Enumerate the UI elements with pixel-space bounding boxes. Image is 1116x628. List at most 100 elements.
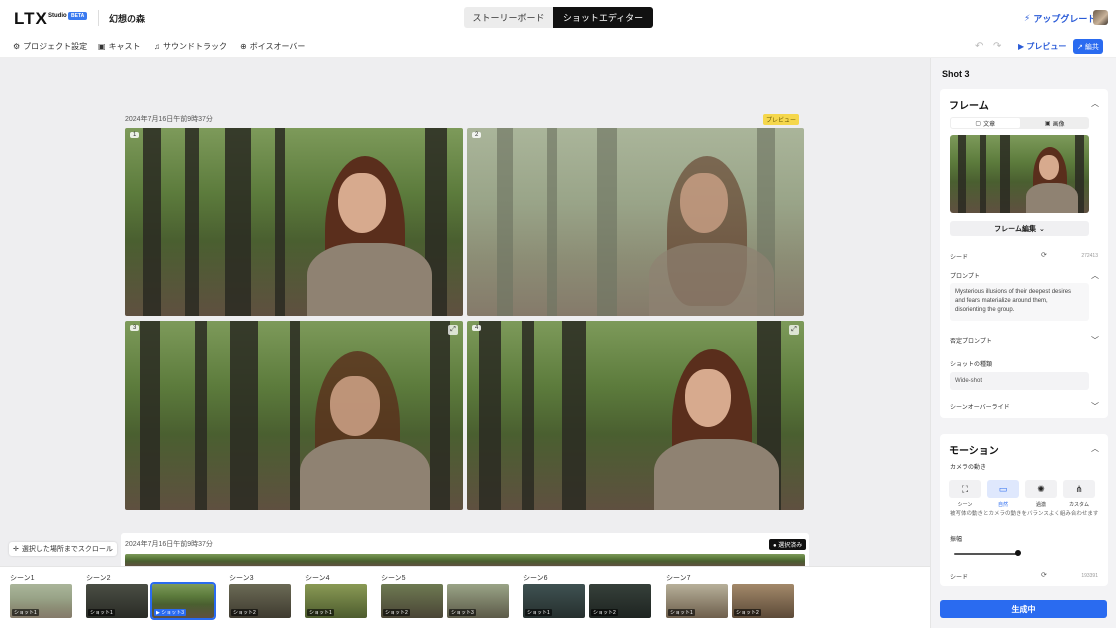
motion-description: 被写体の動きとカメラの動きをバランスよく組み合わせます [950, 511, 1099, 517]
generation-time: 2024年7月16日午前9時37分 [125, 116, 213, 123]
motion-option-label: カスタム [1068, 502, 1089, 508]
image-icon: ▣ [1044, 120, 1051, 127]
chevron-down-icon[interactable]: ﹀ [1091, 401, 1099, 412]
chevron-up-icon[interactable]: ︿ [1091, 270, 1099, 281]
scene-label[interactable]: シーン1 [10, 573, 35, 583]
soundtrack-label: サウンドトラック [163, 42, 227, 51]
voiceover-label: ボイスオーバー [249, 42, 306, 51]
generated-frame[interactable] [125, 554, 805, 566]
amplitude-label: 振幅 [950, 537, 963, 543]
scene-label[interactable]: シーン3 [229, 573, 254, 583]
upgrade-button[interactable]: ⚡ アップグレード [1024, 12, 1096, 25]
chevron-up-icon[interactable]: ︿ [1091, 443, 1099, 454]
shot-thumbnail[interactable]: ショット2 [381, 584, 443, 618]
frame-card: フレーム ︿ ▢ 文章 ▣ 画像 フレーム編集 ⌄ シード ⟳ 272413 プ… [940, 89, 1108, 418]
mic-icon: ⊕ [240, 42, 247, 51]
shot-type-label: ショットの種類 [950, 362, 993, 368]
motion-option-label: 自然 [997, 502, 1008, 508]
motion-option-scene[interactable]: ⛶ シーン [949, 480, 981, 508]
camera-motion-label: カメラの動き [950, 465, 987, 471]
storyboard-tab[interactable]: ストーリーボード [464, 7, 553, 28]
shot-title: Shot 3 [942, 69, 970, 79]
selected-tag: ● 選択済み [769, 539, 807, 550]
soundtrack-button[interactable]: ♫ サウンドトラック [154, 41, 227, 52]
text-mode-tab[interactable]: ▢ 文章 [951, 118, 1020, 128]
shot-thumbnail[interactable]: ショット2 [589, 584, 651, 618]
shot-settings-panel: Shot 3 フレーム ︿ ▢ 文章 ▣ 画像 フレーム編集 ⌄ シード ⟳ 2… [930, 58, 1116, 628]
scene-label[interactable]: シーン6 [523, 573, 548, 583]
seed-label: シード [950, 255, 969, 261]
project-settings-button[interactable]: ⚙ プロジェクト設定 [13, 41, 87, 52]
scene-override-label[interactable]: シーンオーバーライド [950, 402, 1010, 411]
lightning-icon: ⚡ [1024, 13, 1031, 23]
shot-thumbnail[interactable]: ショット3 [447, 584, 509, 618]
shot-thumbnail[interactable]: ショット1 [666, 584, 728, 618]
refresh-icon[interactable]: ⟳ [1041, 251, 1047, 259]
prompt-textarea[interactable]: Mysterious illusions of their deepest de… [950, 283, 1089, 321]
voiceover-button[interactable]: ⊕ ボイスオーバー [240, 41, 305, 52]
share-button[interactable]: ↗ 編共 [1073, 39, 1103, 54]
frame-preview-image[interactable] [950, 135, 1089, 213]
shot-thumbnail[interactable]: ショット2 [732, 584, 794, 618]
toolbar: ⚙ プロジェクト設定 ▣ キャスト ♫ サウンドトラック ⊕ ボイスオーバー ↶… [0, 36, 1116, 58]
image-mode-label: 画像 [1052, 121, 1065, 128]
motion-option-extreme[interactable]: ✺ 過激 [1025, 480, 1057, 508]
shot-thumbnail-selected[interactable]: ▶ ショット3 [150, 582, 216, 620]
scene-label[interactable]: シーン5 [381, 573, 406, 583]
custom-icon: ⋔ [1063, 480, 1095, 498]
shot-label: ショット2 [383, 609, 410, 616]
natural-icon: ▭ [987, 480, 1019, 498]
chevron-down-icon[interactable]: ﹀ [1091, 335, 1099, 346]
cast-button[interactable]: ▣ キャスト [98, 41, 141, 52]
motion-seed-value[interactable]: 193391 [1081, 573, 1098, 579]
app-logo[interactable]: LTX [14, 9, 48, 29]
shot-label: ショット2 [591, 609, 618, 616]
shot-label: ショット3 [449, 609, 476, 616]
generated-frame[interactable]: 1 [125, 128, 463, 316]
generated-frame[interactable]: 2 [467, 128, 804, 316]
avatar[interactable] [1093, 10, 1108, 25]
amplitude-slider[interactable] [954, 553, 1018, 555]
negative-prompt-label[interactable]: 否定プロンプト [950, 336, 992, 345]
expand-icon[interactable]: ⤢ [448, 325, 458, 335]
frame-number: 4 [472, 325, 482, 331]
seed-value[interactable]: 272413 [1081, 253, 1098, 259]
generated-frame[interactable]: 4 ⤢ [467, 321, 804, 510]
scene-icon: ⛶ [949, 480, 981, 498]
shot-thumbnail[interactable]: ショット1 [86, 584, 148, 618]
preview-tag: プレビュー [763, 114, 800, 125]
project-name[interactable]: 幻想の森 [109, 12, 145, 25]
scroll-to-selected-button[interactable]: ✛ 選択した場所までスクロール [9, 542, 117, 556]
edit-frame-button[interactable]: フレーム編集 ⌄ [950, 221, 1089, 236]
shot-thumbnail[interactable]: ショット2 [229, 584, 291, 618]
image-mode-tab[interactable]: ▣ 画像 [1021, 117, 1090, 129]
crosshair-icon: ✛ [13, 546, 19, 553]
music-icon: ♫ [154, 42, 160, 51]
shot-thumbnail[interactable]: ショット1 [305, 584, 367, 618]
motion-seed-label: シード [950, 575, 969, 581]
shot-thumbnail[interactable]: ショット1 [10, 584, 72, 618]
refresh-icon[interactable]: ⟳ [1041, 571, 1047, 579]
chevron-up-icon[interactable]: ︿ [1091, 98, 1099, 109]
generate-button[interactable]: 生成中 [940, 600, 1107, 618]
expand-icon[interactable]: ⤢ [789, 325, 799, 335]
scene-label[interactable]: シーン4 [305, 573, 330, 583]
generation-card: 2024年7月16日午前9時37分 [121, 533, 809, 566]
motion-option-label: 過激 [1035, 502, 1046, 508]
shot-thumbnail[interactable]: ショット1 [523, 584, 585, 618]
redo-icon[interactable]: ↷ [993, 41, 1001, 52]
scene-label[interactable]: シーン7 [666, 573, 691, 583]
preview-button[interactable]: ▶ プレビュー [1018, 41, 1066, 52]
scene-label[interactable]: シーン2 [86, 573, 111, 583]
shot-type-input[interactable]: Wide-shot [950, 372, 1089, 390]
motion-option-custom[interactable]: ⋔ カスタム [1063, 480, 1095, 508]
person-icon: ▣ [98, 42, 106, 51]
shot-editor-tab[interactable]: ショットエディター [553, 7, 653, 28]
frame-number: 3 [130, 325, 140, 331]
undo-icon[interactable]: ↶ [975, 41, 983, 52]
selected-tag-label: 選択済み [778, 543, 803, 549]
generated-frame[interactable]: 3 ⤢ [125, 321, 463, 510]
amplitude-slider-handle[interactable] [1015, 550, 1021, 556]
motion-option-natural[interactable]: ▭ 自然 [987, 480, 1019, 508]
burst-icon: ✺ [1025, 480, 1057, 498]
